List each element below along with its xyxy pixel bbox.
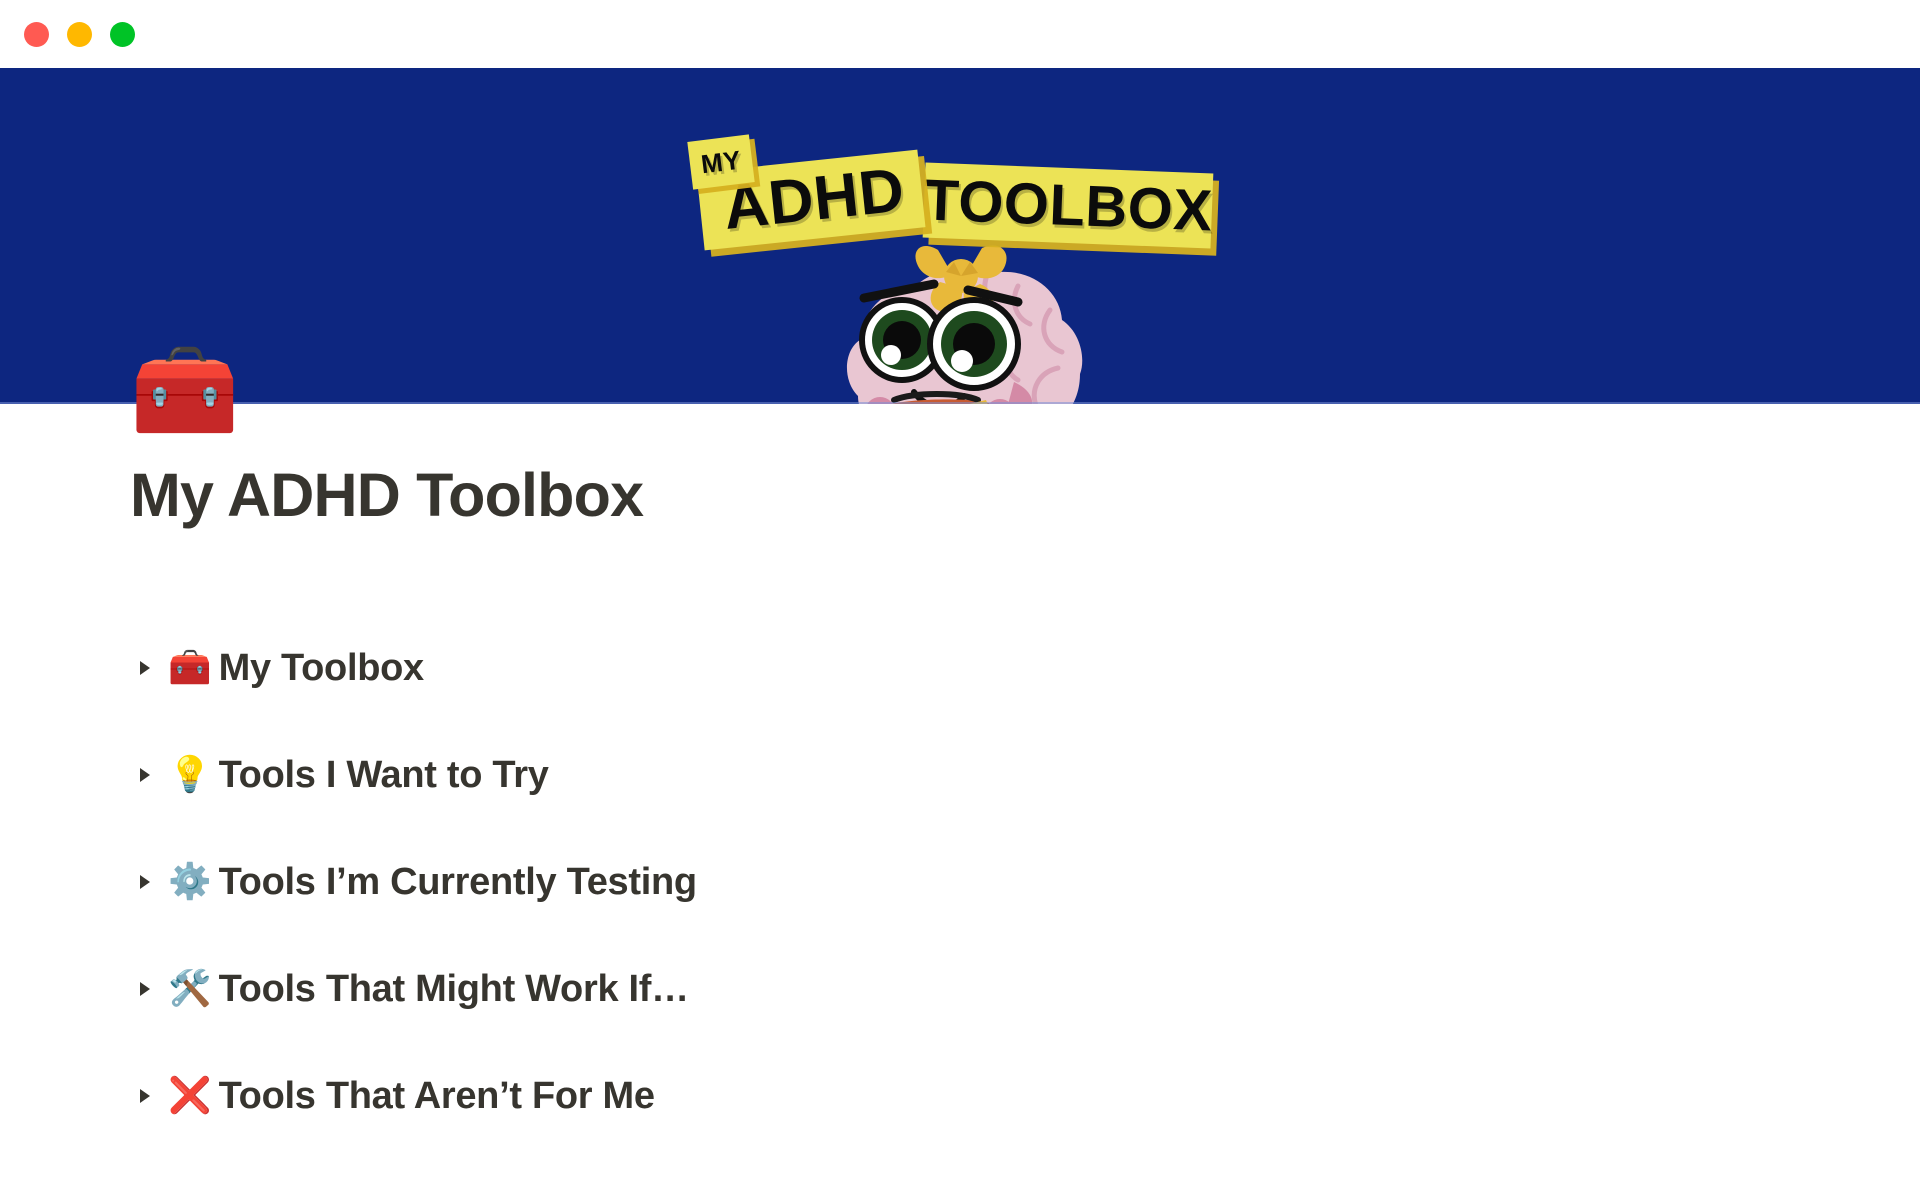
close-window-button[interactable] <box>24 21 49 47</box>
toggle-block-tools-that-arent-for-me[interactable]: ❌ Tools That Aren’t For Me <box>130 1064 1730 1128</box>
minimize-window-button[interactable] <box>67 21 92 47</box>
adhd-toolbox-logo: MY ADHD TOOLBOX <box>672 128 1272 251</box>
toggle-label: Tools That Aren’t For Me <box>218 1075 655 1117</box>
page-cover-image[interactable]: MY ADHD TOOLBOX <box>0 68 1920 404</box>
logo-sticker-my: MY <box>687 134 755 190</box>
brain-mascot-illustration <box>818 240 1108 404</box>
hammer-and-wrench-emoji: 🛠️ <box>168 969 212 1009</box>
logo-sticker-toolbox: TOOLBOX <box>922 162 1214 249</box>
logo-word-my: MY <box>699 144 743 180</box>
page-icon-toolbox-emoji[interactable]: 🧰 <box>130 338 240 442</box>
light-bulb-emoji: 💡 <box>168 755 212 795</box>
toggle-label: Tools That Might Work If… <box>218 968 690 1010</box>
toggle-block-list: 🧰 My Toolbox 💡 Tools I Want to Try ⚙️ To… <box>130 636 1730 1171</box>
gear-emoji: ⚙️ <box>168 862 212 902</box>
toggle-block-tools-i-want-to-try[interactable]: 💡 Tools I Want to Try <box>130 743 1730 807</box>
toggle-block-tools-that-might-work-if[interactable]: 🛠️ Tools That Might Work If… <box>130 957 1730 1021</box>
chevron-right-icon[interactable] <box>137 743 163 807</box>
traffic-light-controls <box>24 21 135 47</box>
toggle-block-tools-im-currently-testing[interactable]: ⚙️ Tools I’m Currently Testing <box>130 850 1730 914</box>
chevron-right-icon[interactable] <box>137 636 163 700</box>
chevron-right-icon[interactable] <box>137 957 163 1021</box>
toggle-label: Tools I Want to Try <box>218 754 549 796</box>
toolbox-emoji: 🧰 <box>168 648 212 688</box>
chevron-right-icon[interactable] <box>137 1064 163 1128</box>
logo-word-toolbox: TOOLBOX <box>922 166 1214 244</box>
page-title[interactable]: My ADHD Toolbox <box>130 461 644 529</box>
toggle-label: Tools I’m Currently Testing <box>218 861 698 903</box>
cross-mark-emoji: ❌ <box>168 1076 212 1116</box>
zoom-window-button[interactable] <box>110 21 135 47</box>
page-content-area: 🧰 My ADHD Toolbox 🧰 My Toolbox 💡 Tools I… <box>0 338 1920 1200</box>
chevron-right-icon[interactable] <box>137 850 163 914</box>
toggle-label: My Toolbox <box>218 647 425 689</box>
toggle-block-my-toolbox[interactable]: 🧰 My Toolbox <box>130 636 1730 700</box>
window-title-bar <box>0 0 1920 68</box>
